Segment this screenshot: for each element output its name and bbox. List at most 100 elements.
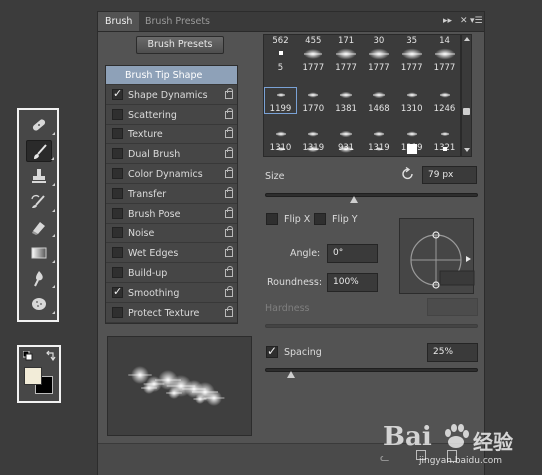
brush-tip-cell[interactable]: 171 bbox=[330, 35, 363, 46]
brush-option-noise[interactable]: Noise bbox=[106, 224, 237, 244]
size-slider-thumb[interactable] bbox=[350, 196, 359, 203]
roundness-field[interactable]: 100% bbox=[327, 273, 378, 292]
angle-field[interactable]: 0° bbox=[327, 244, 378, 263]
swap-colors-icon[interactable] bbox=[45, 350, 57, 362]
brush-option-brush-pose[interactable]: Brush Pose bbox=[106, 205, 237, 224]
sponge-icon bbox=[32, 297, 46, 310]
brush-tip-cell[interactable]: 1777 bbox=[395, 46, 428, 73]
scroll-up-arrow[interactable] bbox=[464, 37, 470, 41]
spacing-field[interactable]: 25% bbox=[427, 343, 478, 362]
foreground-color-swatch[interactable] bbox=[24, 367, 42, 385]
brush-tool[interactable] bbox=[26, 139, 54, 162]
brush-tip-cell[interactable]: 1468 bbox=[362, 87, 395, 114]
brush-tip-cell[interactable]: 1777 bbox=[330, 46, 363, 73]
brush-tip-cell[interactable]: 455 bbox=[297, 35, 330, 46]
lock-icon[interactable] bbox=[225, 285, 233, 297]
brush-tip-cell[interactable]: 35 bbox=[395, 35, 428, 46]
lock-icon[interactable] bbox=[225, 107, 233, 119]
texture-checkbox[interactable] bbox=[112, 128, 123, 140]
brush-tip-cell[interactable]: 1246 bbox=[428, 87, 460, 114]
collapse-panel-icon[interactable]: ▸▸ bbox=[443, 12, 452, 31]
brush-tip-cell[interactable]: 5 bbox=[264, 46, 297, 73]
lock-icon[interactable] bbox=[225, 186, 233, 198]
brush-tip-cell[interactable]: 1777 bbox=[362, 46, 395, 73]
lock-icon[interactable] bbox=[225, 246, 233, 258]
wet-edges-checkbox[interactable] bbox=[112, 247, 123, 259]
brush-pose-checkbox[interactable] bbox=[112, 207, 123, 219]
brush-tip-cell[interactable]: 1381 bbox=[330, 87, 363, 114]
brush-tip-size: 1777 bbox=[335, 63, 357, 73]
brush-option-build-up[interactable]: Build-up bbox=[106, 264, 237, 283]
lock-icon[interactable] bbox=[225, 127, 233, 139]
brush-tip-cell[interactable]: 1777 bbox=[428, 46, 460, 73]
spacing-slider[interactable] bbox=[265, 368, 478, 372]
history-brush-tool[interactable] bbox=[26, 191, 55, 213]
brush-option-wet-edges[interactable]: Wet Edges bbox=[106, 244, 237, 264]
smoothing-checkbox[interactable] bbox=[112, 285, 123, 298]
brush-option-scattering[interactable]: Scattering bbox=[106, 106, 237, 125]
scroll-thumb[interactable] bbox=[463, 108, 470, 115]
transfer-checkbox[interactable] bbox=[112, 187, 123, 199]
brush-tip-cell[interactable]: 1770 bbox=[297, 87, 330, 114]
default-colors-icon[interactable] bbox=[22, 350, 33, 361]
sponge-tool[interactable] bbox=[26, 293, 55, 315]
brush-tip-grid[interactable]: 562 455 171 30 35 14 5 1777 1777 1777 1777 1777 1199… bbox=[263, 34, 461, 157]
gradient-tool[interactable] bbox=[26, 242, 55, 264]
brush-option-label: Build-up bbox=[128, 268, 168, 279]
brush-option-shape-dynamics[interactable]: Shape Dynamics bbox=[106, 86, 237, 105]
scattering-checkbox[interactable] bbox=[112, 108, 123, 120]
reset-size-icon[interactable] bbox=[401, 166, 415, 181]
protect-texture-checkbox[interactable] bbox=[112, 306, 123, 318]
brush-option-protect-texture[interactable]: Protect Texture bbox=[106, 304, 237, 323]
brush-option-brush-tip-shape[interactable]: Brush Tip Shape bbox=[106, 66, 237, 85]
tab-brush[interactable]: Brush bbox=[98, 12, 140, 31]
brush-option-smoothing[interactable]: Smoothing bbox=[106, 284, 237, 303]
angle-roundness-widget[interactable] bbox=[399, 218, 475, 294]
brush-tip-cell[interactable] bbox=[395, 141, 428, 156]
lock-icon[interactable] bbox=[225, 226, 233, 238]
brush-option-color-dynamics[interactable]: Color Dynamics bbox=[106, 165, 237, 184]
brush-tip-cell[interactable]: 30 bbox=[362, 35, 395, 46]
brush-tip-cell[interactable] bbox=[330, 141, 363, 156]
size-field[interactable]: 79 px bbox=[422, 166, 477, 184]
brush-tip-cell[interactable]: 1199 bbox=[264, 87, 297, 114]
brush-tip-glyph bbox=[434, 48, 455, 60]
brush-tip-cell[interactable]: 1310 bbox=[395, 87, 428, 114]
brush-tip-cell[interactable]: 562 bbox=[264, 35, 297, 46]
brush-tip-cell[interactable] bbox=[297, 141, 330, 156]
close-panel-icon[interactable]: ✕ bbox=[460, 12, 468, 31]
lock-icon[interactable] bbox=[225, 147, 233, 159]
brush-tip-cell[interactable] bbox=[264, 141, 297, 156]
brush-tip-cell[interactable] bbox=[362, 141, 395, 156]
brush-tip-cell[interactable] bbox=[428, 141, 460, 156]
lock-icon[interactable] bbox=[225, 167, 233, 178]
flip-x-checkbox[interactable] bbox=[266, 213, 278, 225]
scroll-down-arrow[interactable] bbox=[464, 148, 470, 152]
brush-tip-cell[interactable]: 14 bbox=[428, 35, 460, 46]
build-up-checkbox[interactable] bbox=[112, 267, 123, 278]
lock-icon[interactable] bbox=[225, 87, 233, 99]
color-dynamics-checkbox[interactable] bbox=[112, 168, 123, 179]
dual-brush-checkbox[interactable] bbox=[112, 148, 123, 160]
eraser-tool[interactable] bbox=[26, 216, 55, 238]
healing-brush-tool[interactable] bbox=[26, 114, 55, 136]
brush-tip-cell[interactable]: 1777 bbox=[297, 46, 330, 73]
spacing-slider-thumb[interactable] bbox=[286, 371, 295, 378]
lock-icon[interactable] bbox=[225, 206, 233, 218]
tab-brush-presets[interactable]: Brush Presets bbox=[138, 12, 217, 31]
brush-tip-scrollbar[interactable] bbox=[461, 34, 472, 157]
brush-option-dual-brush[interactable]: Dual Brush bbox=[106, 145, 237, 165]
noise-checkbox[interactable] bbox=[112, 227, 123, 239]
blur-tool[interactable] bbox=[26, 267, 55, 289]
lock-icon[interactable] bbox=[225, 305, 233, 317]
panel-menu-icon[interactable]: ▾☰ bbox=[470, 12, 483, 31]
clone-stamp-tool[interactable] bbox=[26, 165, 55, 187]
spacing-checkbox[interactable] bbox=[266, 344, 278, 358]
flip-y-checkbox[interactable] bbox=[314, 213, 326, 225]
lock-icon[interactable] bbox=[225, 266, 233, 277]
shape-dynamics-checkbox[interactable] bbox=[112, 87, 123, 100]
brush-presets-button[interactable]: Brush Presets bbox=[136, 36, 224, 54]
brush-option-transfer[interactable]: Transfer bbox=[106, 185, 237, 204]
brush-option-texture[interactable]: Texture bbox=[106, 125, 237, 145]
size-slider[interactable] bbox=[265, 193, 478, 197]
